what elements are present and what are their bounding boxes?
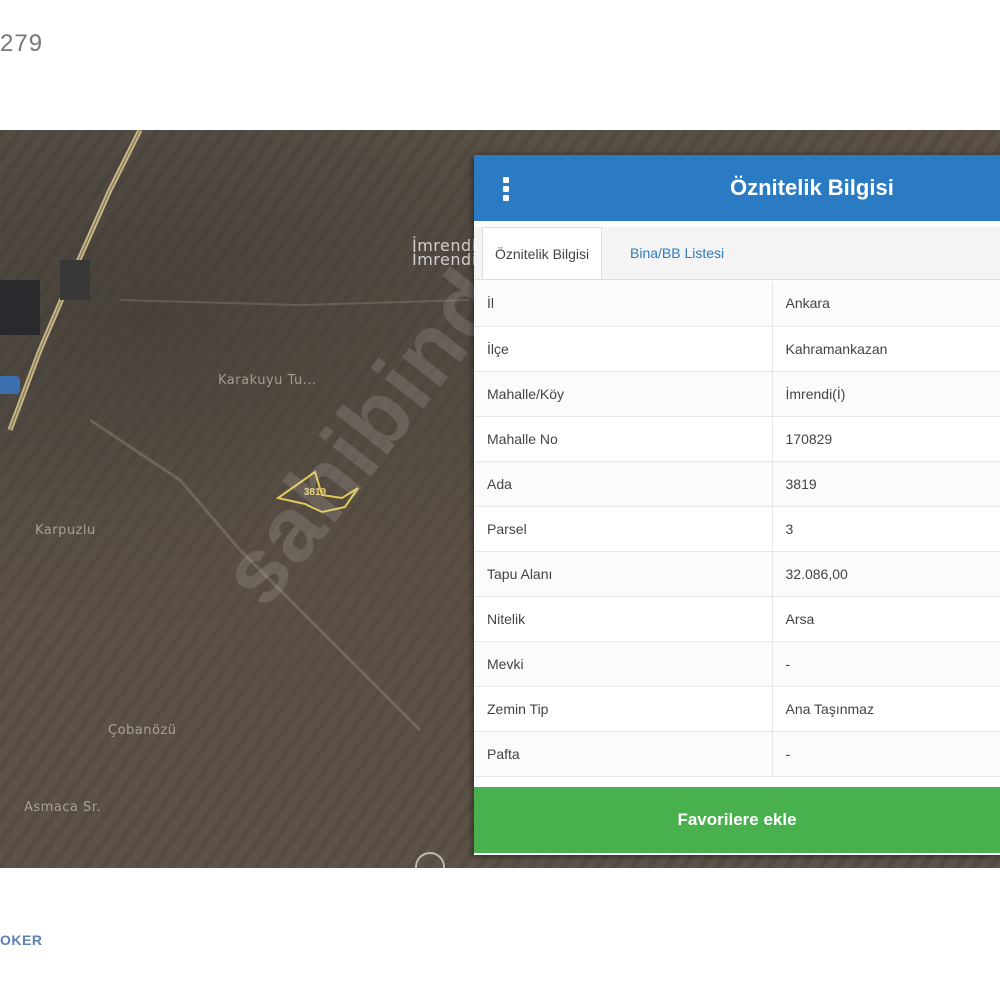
- attr-value: 3819: [772, 461, 1000, 507]
- attr-key: Tapu Alanı: [474, 551, 773, 597]
- attr-key: Mahalle No: [474, 416, 773, 462]
- panel-title: Öznitelik Bilgisi: [730, 175, 894, 200]
- attr-value: 3: [772, 506, 1000, 552]
- dark-field: [60, 260, 90, 300]
- attr-key: Nitelik: [474, 596, 773, 642]
- panel-header: Öznitelik Bilgisi: [474, 155, 1000, 221]
- add-to-favorites-button[interactable]: Favorilere ekle: [474, 787, 1000, 853]
- attr-key: İlçe: [474, 326, 773, 372]
- attr-value: Ana Taşınmaz: [772, 686, 1000, 732]
- attr-key: Parsel: [474, 506, 773, 552]
- table-row: Ada 3819: [474, 461, 1000, 507]
- attr-value: 32.086,00: [772, 551, 1000, 597]
- location-pin-icon[interactable]: [0, 376, 20, 394]
- attr-key: Ada: [474, 461, 773, 507]
- attr-key: Zemin Tip: [474, 686, 773, 732]
- attr-value: Kahramankazan: [772, 326, 1000, 372]
- table-row: İlçe Kahramankazan: [474, 326, 1000, 372]
- attr-value: Arsa: [772, 596, 1000, 642]
- tab-building-list[interactable]: Bina/BB Listesi: [618, 227, 736, 279]
- attr-key: Mahalle/Köy: [474, 371, 773, 417]
- attr-key: İl: [474, 281, 773, 327]
- map-label-karakuyu: Karakuyu Tu...: [218, 373, 317, 388]
- attr-value: İmrendi(İ): [772, 371, 1000, 417]
- map-label-cobanozu: Çobanözü: [108, 723, 177, 738]
- attr-value: -: [772, 641, 1000, 687]
- table-row: Mevki -: [474, 641, 1000, 687]
- dark-field: [0, 280, 40, 335]
- panel-tabs: Öznitelik Bilgisi Bina/BB Listesi: [474, 227, 1000, 280]
- listing-number: 279: [0, 30, 44, 57]
- attr-key: Mevki: [474, 641, 773, 687]
- table-row: İl Ankara: [474, 281, 1000, 327]
- table-row: Parsel 3: [474, 506, 1000, 552]
- attr-value: 170829: [772, 416, 1000, 462]
- table-row: Mahalle/Köy İmrendi(İ): [474, 371, 1000, 417]
- brand-logo-text: OKER: [0, 932, 43, 948]
- tab-attribute-info[interactable]: Öznitelik Bilgisi: [482, 227, 603, 279]
- attribute-info-panel: Öznitelik Bilgisi Öznitelik Bilgisi Bina…: [474, 155, 1000, 855]
- table-row: Zemin Tip Ana Taşınmaz: [474, 686, 1000, 732]
- table-row: Pafta -: [474, 731, 1000, 777]
- table-row: Nitelik Arsa: [474, 596, 1000, 642]
- kebab-menu-icon[interactable]: [502, 177, 510, 201]
- attribute-table: İl Ankara İlçe Kahramankazan Mahalle/Köy İm…: [474, 281, 1000, 777]
- map-label-asmaca: Asmaca Sr.: [24, 800, 102, 815]
- table-row: Mahalle No 170829: [474, 416, 1000, 462]
- attr-key: Pafta: [474, 731, 773, 777]
- map-label-karpuzlu: Karpuzlu: [35, 523, 96, 538]
- attr-value: Ankara: [772, 281, 1000, 327]
- attr-value: -: [772, 731, 1000, 777]
- table-row: Tapu Alanı 32.086,00: [474, 551, 1000, 597]
